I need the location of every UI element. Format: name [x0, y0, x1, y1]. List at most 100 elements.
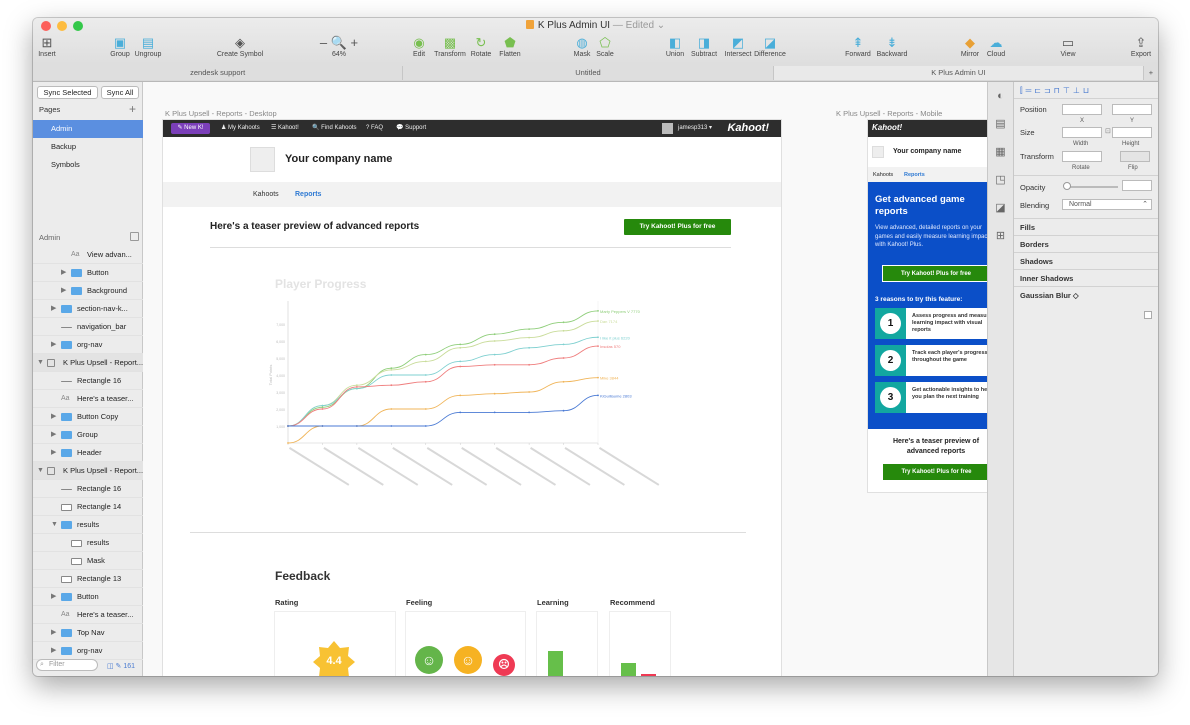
page-item[interactable]: Admin: [33, 120, 143, 138]
layer-row[interactable]: Rectangle 14: [33, 498, 143, 516]
inspector-section[interactable]: Inner Shadows: [1014, 269, 1158, 286]
layer-row[interactable]: ▼ K Plus Upsell - Report...: [33, 354, 143, 372]
inspector-section[interactable]: Borders: [1014, 235, 1158, 252]
disclosure-icon[interactable]: ▶: [61, 282, 66, 299]
desktop-artboard[interactable]: ✎ New K! ♟ My Kahoots ☰ Kahoot! 🔍 Find K…: [163, 120, 781, 676]
nav-faq[interactable]: ? FAQ: [366, 120, 383, 137]
align-bottom-icon[interactable]: ⊔: [1083, 86, 1089, 95]
toolbar-view-button[interactable]: ▭ View: [1038, 35, 1098, 58]
mobile-artboard-label[interactable]: K Plus Upsell - Reports - Mobile: [836, 109, 942, 118]
disclosure-icon[interactable]: ▶: [51, 444, 56, 461]
align-top-icon[interactable]: ⊤: [1063, 86, 1070, 95]
sync-all-button[interactable]: Sync All: [101, 86, 139, 99]
align-right-icon[interactable]: ⊓: [1054, 86, 1060, 95]
export-layer-icon[interactable]: ⊞: [988, 222, 1013, 250]
doc-tab[interactable]: K Plus Admin UI: [773, 66, 1144, 80]
edited-status[interactable]: — Edited ⌄: [613, 20, 665, 31]
disclosure-icon[interactable]: ▶: [51, 300, 56, 317]
x-field[interactable]: [1062, 104, 1102, 115]
align-middle-icon[interactable]: ⊥: [1073, 86, 1080, 95]
layer-row[interactable]: ▶ Button: [33, 264, 143, 282]
inspector-section[interactable]: Gaussian Blur ◇: [1014, 286, 1158, 303]
blur-checkbox[interactable]: [1144, 311, 1152, 319]
layer-row[interactable]: ▼ K Plus Upsell - Report...: [33, 462, 143, 480]
symbol-instance-icon[interactable]: ◳: [988, 166, 1013, 194]
disclosure-icon[interactable]: ▶: [51, 336, 56, 353]
height-field[interactable]: [1112, 127, 1152, 138]
disclosure-icon[interactable]: ▶: [51, 588, 56, 605]
opacity-field[interactable]: [1122, 180, 1152, 191]
layer-row[interactable]: ▶ Header: [33, 444, 143, 462]
align-center-icon[interactable]: ⊏: [1034, 86, 1041, 95]
add-page-icon[interactable]: +: [129, 102, 136, 116]
layer-row[interactable]: Aa Here's a teaser...: [33, 390, 143, 408]
tab-kahoots[interactable]: Kahoots: [873, 172, 893, 178]
new-tab-icon[interactable]: +: [1143, 66, 1158, 80]
layer-row[interactable]: Rectangle 13: [33, 570, 143, 588]
toolbar-insert-button[interactable]: ⊞ Insert: [33, 35, 77, 58]
disclosure-icon[interactable]: ▶: [51, 408, 56, 425]
layer-row[interactable]: ▶ section-nav-k...: [33, 300, 143, 318]
desktop-artboard-label[interactable]: K Plus Upsell - Reports - Desktop: [165, 109, 277, 118]
user-menu[interactable]: jamesp313 ▾: [678, 120, 712, 137]
opacity-slider[interactable]: [1066, 186, 1118, 188]
avatar[interactable]: [662, 123, 673, 134]
try-kahoot-plus-button-bottom[interactable]: Try Kahoot! Plus for free: [883, 464, 987, 480]
toolbar-symbol-button[interactable]: ◈ Create Symbol: [210, 35, 270, 58]
toolbar-scale-button[interactable]: ⬠ Scale: [575, 35, 635, 58]
disclosure-icon[interactable]: ▶: [51, 624, 56, 641]
y-field[interactable]: [1112, 104, 1152, 115]
toolbar-cloud-button[interactable]: ☁ Cloud: [966, 35, 1026, 58]
toolbar-backward-button[interactable]: ⇟ Backward: [862, 35, 922, 58]
layer-row[interactable]: results: [33, 534, 143, 552]
try-kahoot-plus-button[interactable]: Try Kahoot! Plus for free: [624, 219, 731, 235]
disclosure-icon[interactable]: ▶: [51, 426, 56, 443]
inspector-section[interactable]: Shadows: [1014, 252, 1158, 269]
layer-count[interactable]: ◫ ✎ 161: [107, 662, 135, 670]
layer-row[interactable]: ▶ Button Copy: [33, 408, 143, 426]
disclosure-icon[interactable]: ▼: [37, 462, 44, 479]
resize-icon[interactable]: ◪: [988, 194, 1013, 222]
tab-reports[interactable]: Reports: [295, 191, 321, 198]
blending-select[interactable]: Normal ⌃: [1062, 199, 1152, 210]
layer-style-icon[interactable]: ▤: [988, 110, 1013, 138]
flip-buttons[interactable]: [1120, 151, 1150, 162]
try-kahoot-plus-button[interactable]: Try Kahoot! Plus for free: [882, 265, 987, 282]
filter-input[interactable]: ⌕ Filter: [36, 659, 98, 671]
nav-my-kahoots[interactable]: ♟ My Kahoots: [221, 120, 260, 137]
layer-row[interactable]: navigation_bar: [33, 318, 143, 336]
layer-row[interactable]: Aa View advan...: [33, 246, 143, 264]
toolbar-difference-button[interactable]: ◪ Difference: [740, 35, 800, 58]
layer-row[interactable]: ▶ org-nav: [33, 642, 143, 660]
opacity-slider-thumb[interactable]: [1063, 182, 1071, 190]
toolbar-zoom-button[interactable]: – 🔍 +64%: [309, 35, 369, 58]
nav-kahoot[interactable]: ☰ Kahoot!: [271, 120, 299, 137]
align-hcenter-icon[interactable]: ⊐: [1044, 86, 1051, 95]
tab-reports[interactable]: Reports: [904, 172, 925, 178]
align-left-icon[interactable]: ⫿: [1020, 86, 1023, 95]
layer-row[interactable]: ▶ Background: [33, 282, 143, 300]
page-item[interactable]: Symbols: [33, 156, 143, 174]
toolbar-flatten-button[interactable]: ⬟ Flatten: [480, 35, 540, 58]
canvas[interactable]: K Plus Upsell - Reports - Desktop K Plus…: [143, 82, 987, 676]
disclosure-icon[interactable]: ▶: [61, 264, 66, 281]
lock-icon[interactable]: ⊡: [1105, 127, 1111, 135]
doc-tab[interactable]: zendesk support: [33, 66, 404, 80]
page-item[interactable]: Backup: [33, 138, 143, 156]
disclosure-icon[interactable]: ▼: [51, 516, 58, 533]
layer-row[interactable]: Rectangle 16: [33, 480, 143, 498]
tab-kahoots[interactable]: Kahoots: [253, 191, 279, 198]
sync-selected-button[interactable]: Sync Selected: [37, 86, 98, 99]
new-kahoot-button[interactable]: ✎ New K!: [171, 123, 210, 134]
doc-tab[interactable]: Untitled: [403, 66, 774, 80]
distribute-icon[interactable]: ═: [1026, 86, 1032, 95]
collapse-all-icon[interactable]: [130, 232, 139, 241]
width-field[interactable]: [1062, 127, 1102, 138]
text-style-icon[interactable]: ▦: [988, 138, 1013, 166]
layer-row[interactable]: Aa Here's a teaser...: [33, 606, 143, 624]
layer-row[interactable]: ▼ results: [33, 516, 143, 534]
disclosure-icon[interactable]: ▶: [51, 642, 56, 659]
mobile-artboard[interactable]: Kahoot! Your company name Kahoots Report…: [868, 120, 987, 492]
layer-row[interactable]: ▶ Group: [33, 426, 143, 444]
disclosure-icon[interactable]: ▼: [37, 354, 44, 371]
